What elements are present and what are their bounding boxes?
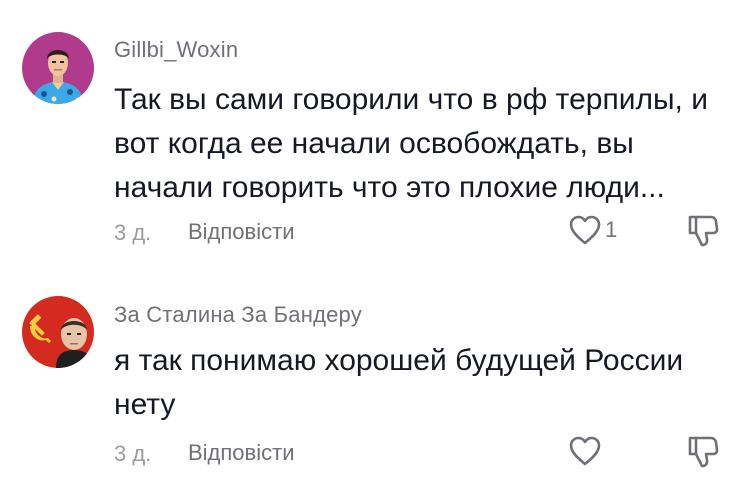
comment-text: Так вы сами говорили что в рф терпилы, и… bbox=[114, 78, 724, 210]
like-count: 1 bbox=[605, 217, 618, 242]
comment-text: я так понимаю хорошей будущей России нет… bbox=[114, 339, 724, 427]
comment-text-line: начали говорить что это плохие люди... bbox=[114, 171, 665, 204]
heart-outline-icon bbox=[569, 436, 601, 466]
reply-button[interactable]: Відповісти bbox=[188, 219, 295, 245]
comment-text-line: вот когда ее начали освобождать, вы bbox=[114, 127, 634, 160]
dislike-button[interactable] bbox=[686, 433, 720, 474]
avatar[interactable] bbox=[22, 296, 94, 368]
comment-username[interactable]: За Сталина За Бандеру bbox=[114, 302, 362, 328]
comment-item: За Сталина За Бандеру я так понимаю хоро… bbox=[0, 260, 750, 486]
thumbs-down-outline-icon bbox=[688, 215, 719, 247]
comment-timestamp: 3 д. bbox=[114, 220, 152, 245]
thumbs-down-outline-icon bbox=[688, 436, 719, 468]
avatar[interactable] bbox=[22, 32, 94, 104]
comment-item: Gillbi_Woxin Так вы сами говорили что в … bbox=[0, 0, 750, 260]
comment-timestamp: 3 д. bbox=[114, 441, 152, 466]
man-in-hawaiian-shirt-avatar-icon bbox=[22, 32, 94, 104]
comment-text-line: Так вы сами говорили что в рф терпилы, и bbox=[114, 83, 708, 116]
comment-text-line: я так понимаю хорошей будущей России bbox=[114, 344, 684, 377]
like-button[interactable]: 1 bbox=[568, 214, 617, 246]
reply-button[interactable]: Відповісти bbox=[188, 440, 295, 466]
like-button[interactable] bbox=[568, 435, 605, 467]
hammer-sickle-portrait-avatar-icon bbox=[22, 296, 94, 368]
dislike-button[interactable] bbox=[686, 212, 720, 253]
comment-username[interactable]: Gillbi_Woxin bbox=[114, 37, 238, 63]
comment-text-line: нету bbox=[114, 388, 176, 421]
heart-outline-icon bbox=[569, 215, 601, 245]
